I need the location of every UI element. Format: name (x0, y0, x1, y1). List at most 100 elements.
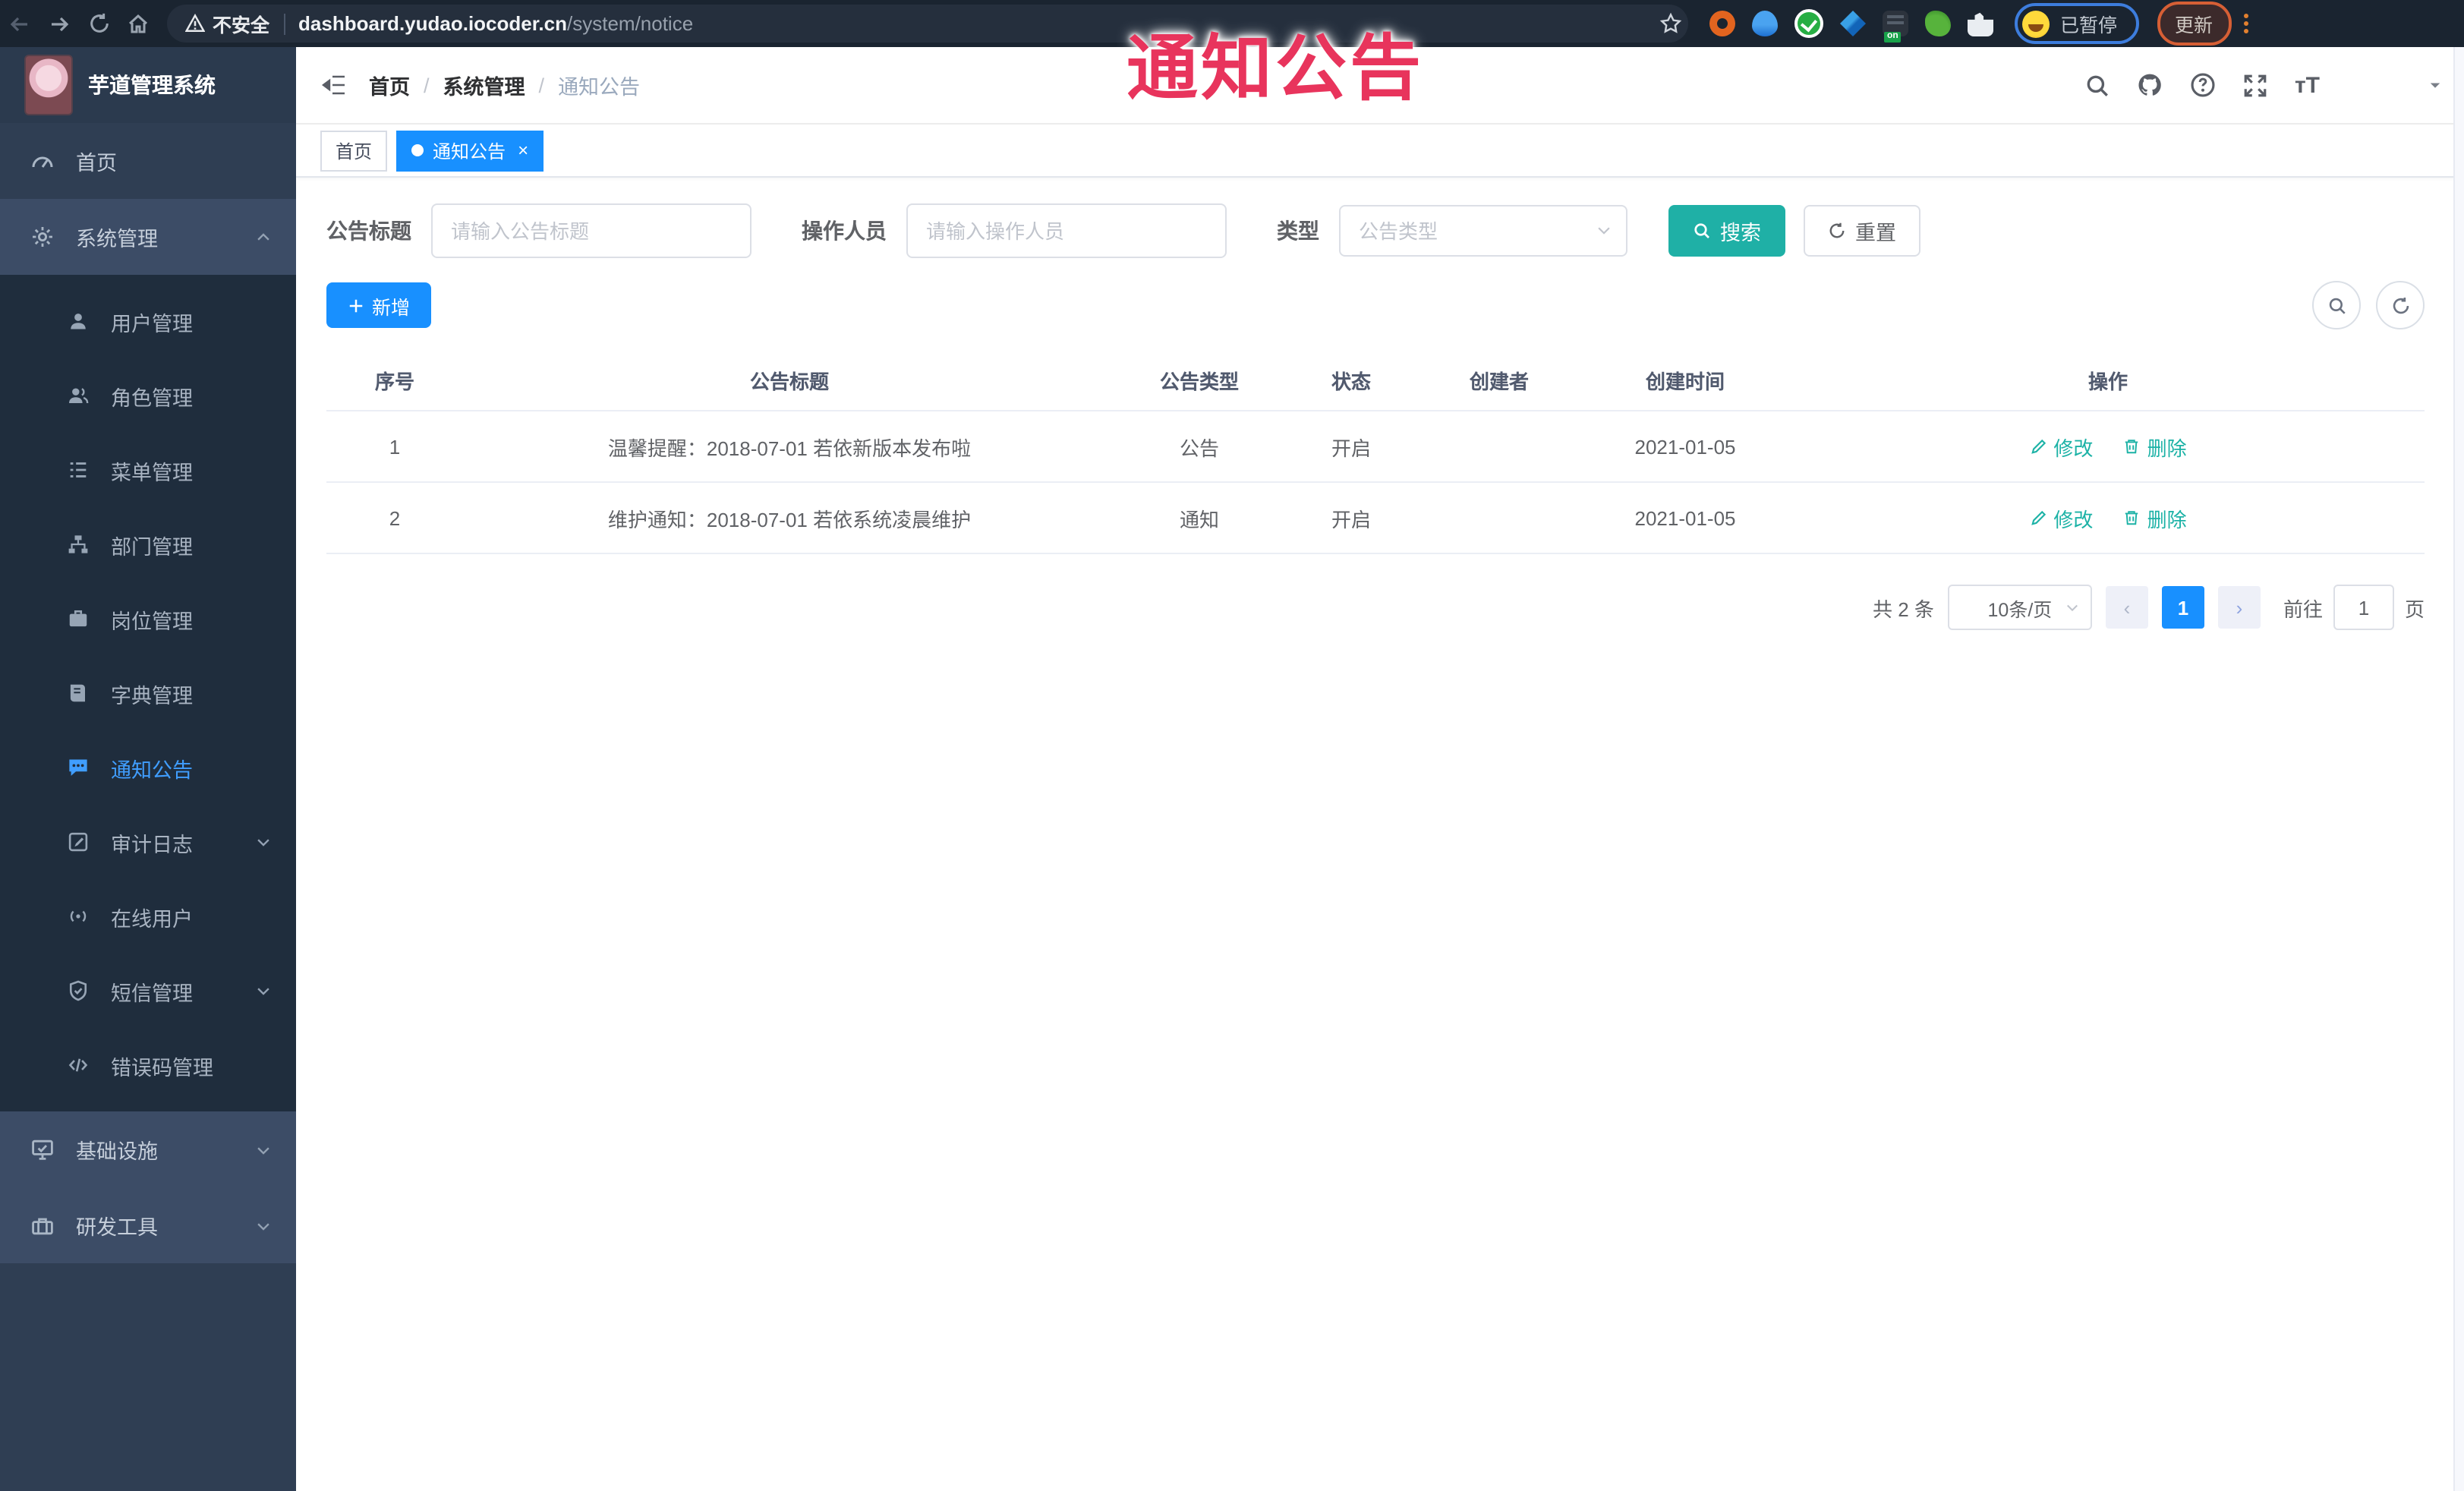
sidebar-item-sms[interactable]: 短信管理 (0, 954, 296, 1028)
sidebar-item-dict[interactable]: 字典管理 (0, 656, 296, 730)
breadcrumb-separator: / (538, 74, 545, 96)
users-icon (69, 388, 89, 404)
goto-page-input[interactable] (2333, 585, 2394, 630)
security-warning[interactable]: 不安全 (185, 9, 269, 38)
browser-update-button[interactable]: 更新 (2157, 2, 2232, 46)
book-icon (70, 684, 85, 702)
sidebar-item-label: 首页 (76, 152, 117, 175)
profile-emoji-avatar (2022, 10, 2050, 37)
plus-icon (349, 298, 363, 312)
chevron-down-icon (1596, 222, 1612, 238)
reset-button[interactable]: 重置 (1804, 205, 1920, 257)
sidebar-item-home[interactable]: 首页 (0, 123, 296, 199)
sidebar-item-roles[interactable]: 角色管理 (0, 358, 296, 433)
edit-link-label: 修改 (2053, 437, 2094, 459)
cell-created: 2021-01-05 (1634, 435, 1736, 458)
user-avatar[interactable] (2346, 57, 2402, 113)
github-icon[interactable] (2137, 71, 2164, 99)
operator-input[interactable] (906, 203, 1227, 258)
sidebar-item-label: 角色管理 (111, 386, 193, 409)
notice-type-select[interactable] (1339, 205, 1627, 257)
notice-table: 序号 公告标题 公告类型 状态 创建者 创建时间 操作 1 温馨提醒：2018-… (326, 349, 2425, 554)
sidebar-item-audit-log[interactable]: 审计日志 (0, 805, 296, 879)
browser-reload-icon[interactable] (79, 12, 118, 35)
cell-no: 1 (389, 435, 401, 458)
sidebar-fold-icon[interactable] (296, 71, 369, 99)
browser-forward-icon[interactable] (39, 11, 79, 36)
sidebar-item-error-codes[interactable]: 错误码管理 (0, 1028, 296, 1102)
avatar-caret-icon[interactable] (2428, 77, 2443, 93)
sidebar-item-users[interactable]: 用户管理 (0, 284, 296, 358)
tag-notice-active[interactable]: 通知公告 × (396, 130, 544, 171)
monitor-icon (32, 1140, 53, 1160)
goto-label: 前往 (2283, 597, 2323, 620)
browser-back-icon[interactable] (0, 11, 39, 36)
sidebar-group-infra[interactable]: 基础设施 (0, 1111, 296, 1187)
app-logo-row[interactable]: 芋道管理系统 (0, 47, 296, 123)
next-page-button[interactable]: › (2217, 586, 2261, 629)
sidebar-group-devtools[interactable]: 研发工具 (0, 1187, 296, 1263)
extension-icon[interactable] (1925, 11, 1951, 36)
extension-icon[interactable] (1752, 11, 1778, 36)
edit-pencil-icon (2031, 439, 2046, 454)
search-icon (2328, 297, 2345, 314)
sidebar-item-notice[interactable]: 通知公告 (0, 730, 296, 805)
extensions-puzzle-icon[interactable] (1968, 12, 1993, 36)
breadcrumb: 首页 / 系统管理 / 通知公告 (369, 70, 640, 100)
search-button[interactable]: 搜索 (1668, 205, 1785, 257)
browser-home-icon[interactable] (118, 11, 158, 36)
sidebar-group-system[interactable]: 系统管理 (0, 199, 296, 275)
sidebar-item-posts[interactable]: 岗位管理 (0, 582, 296, 656)
sidebar-item-label: 菜单管理 (111, 461, 193, 484)
notice-title-input[interactable] (431, 203, 751, 258)
edit-link[interactable]: 修改 (2029, 503, 2093, 532)
sidebar-item-departments[interactable]: 部门管理 (0, 507, 296, 582)
extension-icon[interactable] (1709, 11, 1735, 36)
sidebar-item-label: 字典管理 (111, 684, 193, 707)
delete-link[interactable]: 删除 (2123, 503, 2187, 532)
font-size-icon[interactable]: ᴛT (2295, 74, 2320, 96)
table-settings (2312, 281, 2425, 329)
help-icon[interactable] (2190, 71, 2217, 99)
browser-profile-button[interactable]: 已暂停 (2015, 3, 2139, 44)
breadcrumb-current: 通知公告 (558, 76, 641, 99)
extensions-area: on (1709, 9, 1993, 43)
extension-icon[interactable]: on (1883, 11, 1908, 43)
page-number-1[interactable]: 1 (2161, 586, 2204, 629)
address-bar[interactable]: 不安全 dashboard.yudao.iocoder.cn/system/no… (167, 5, 1688, 43)
tag-label: 通知公告 (433, 140, 506, 162)
search-button-label: 搜索 (1720, 222, 1761, 244)
add-button[interactable]: 新增 (326, 282, 432, 328)
tags-view: 首页 通知公告 × (296, 125, 2464, 178)
cell-title: 维护通知：2018-07-01 若依系统凌晨维护 (607, 508, 972, 531)
scrollbar[interactable] (2453, 47, 2464, 1491)
url-text[interactable]: dashboard.yudao.iocoder.cn/system/notice (298, 12, 693, 35)
fullscreen-icon[interactable] (2243, 72, 2269, 98)
browser-menu-icon[interactable] (2243, 14, 2248, 33)
notice-type-select-input[interactable] (1339, 205, 1627, 257)
trash-icon (2125, 511, 2138, 525)
sidebar-item-online-users[interactable]: 在线用户 (0, 879, 296, 954)
filter-operator: 操作人员 (802, 203, 1227, 258)
profile-status-label: 已暂停 (2060, 15, 2118, 36)
extension-icon[interactable] (1840, 11, 1866, 36)
breadcrumb-system[interactable]: 系统管理 (443, 70, 525, 100)
prev-page-button[interactable]: ‹ (2105, 586, 2148, 629)
page-size-select[interactable]: 10条/页 (1947, 585, 2092, 630)
bookmark-star-icon[interactable] (1659, 12, 1682, 35)
sidebar-item-menus[interactable]: 菜单管理 (0, 433, 296, 507)
annotation-overlay-title: 通知公告 (1126, 27, 1424, 108)
breadcrumb-home[interactable]: 首页 (369, 70, 410, 100)
edit-link[interactable]: 修改 (2029, 432, 2093, 461)
delete-link[interactable]: 删除 (2123, 432, 2187, 461)
chevron-down-icon (2065, 600, 2080, 615)
toggle-search-button[interactable] (2312, 281, 2361, 329)
extension-icon[interactable] (1794, 9, 1823, 38)
chevron-up-icon (255, 229, 272, 245)
refresh-table-button[interactable] (2376, 281, 2425, 329)
tag-home[interactable]: 首页 (320, 130, 388, 171)
search-form: 公告标题 操作人员 类型 (326, 203, 2425, 258)
tag-close-icon[interactable]: × (518, 140, 528, 161)
code-icon (68, 1058, 88, 1072)
search-icon[interactable] (2085, 72, 2111, 98)
